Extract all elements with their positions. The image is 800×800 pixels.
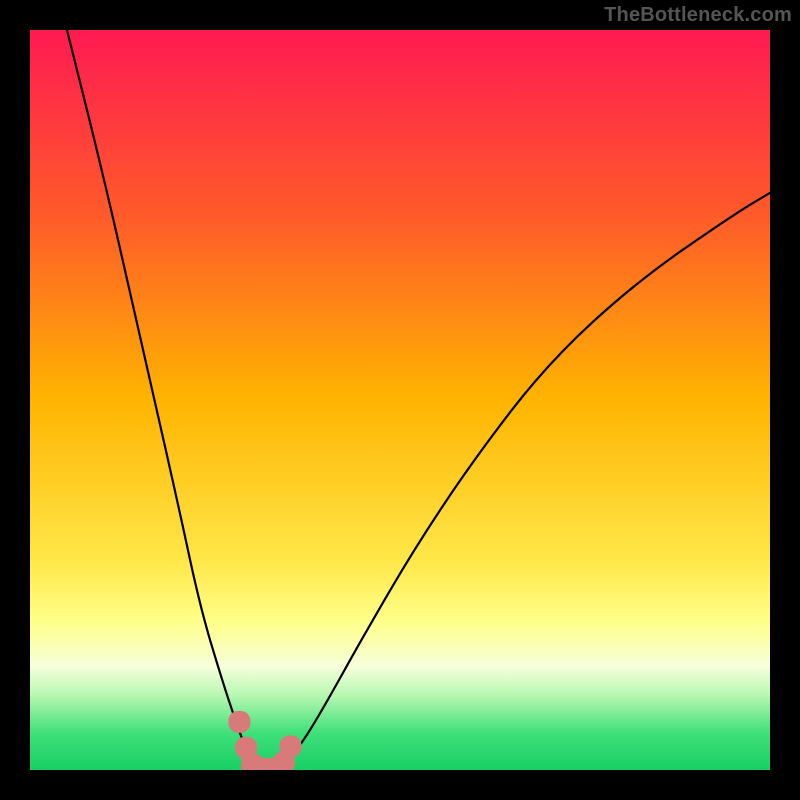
highlight-marker [279, 735, 301, 757]
chart-svg [30, 30, 770, 770]
gradient-background [30, 30, 770, 770]
highlight-marker [228, 711, 250, 733]
plot-area [30, 30, 770, 770]
watermark-text: TheBottleneck.com [604, 4, 792, 27]
chart-frame: TheBottleneck.com [0, 0, 800, 800]
